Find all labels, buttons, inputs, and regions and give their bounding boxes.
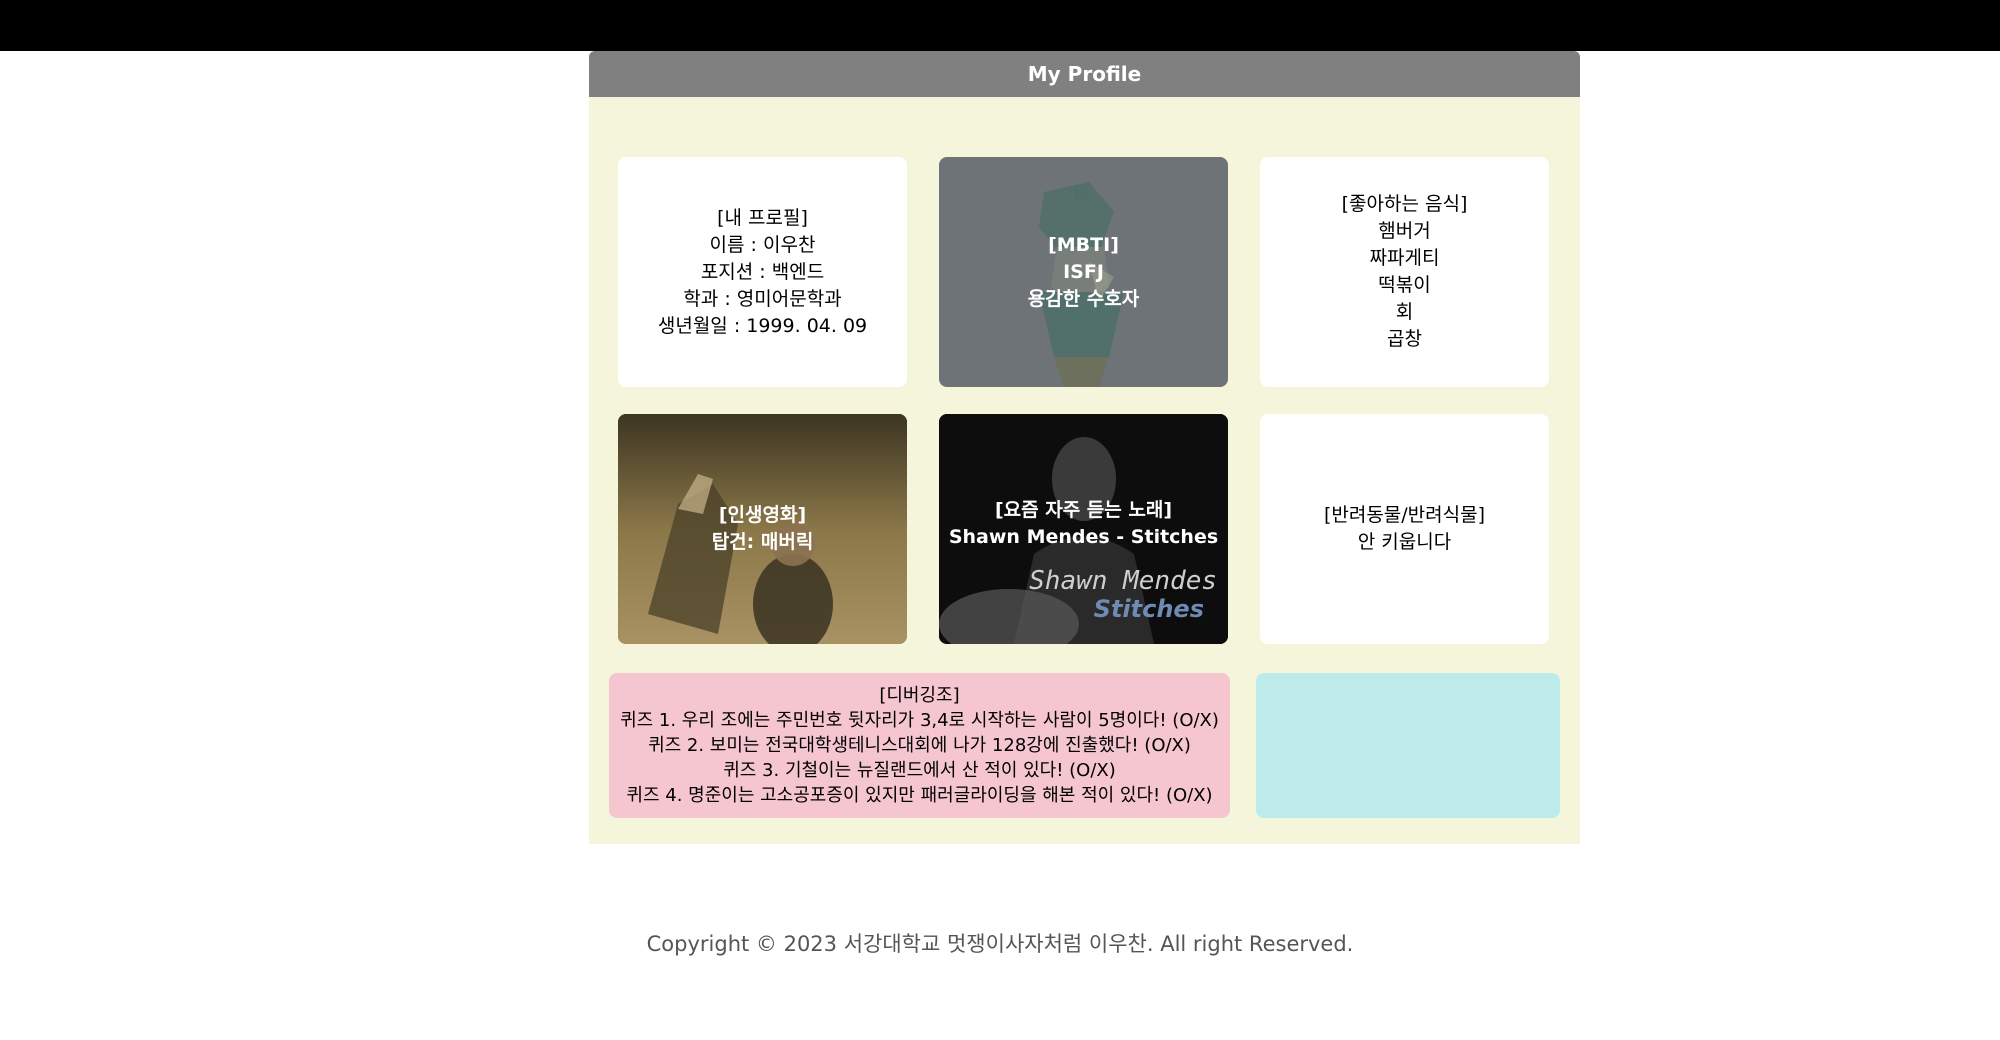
album-art-title: Stitches [1094,595,1204,623]
content-panel: [내 프로필] 이름 : 이우찬 포지션 : 백엔드 학과 : 영미어문학과 생… [589,97,1580,844]
empty-box [1256,673,1560,818]
quiz-text: [디버깅조] 퀴즈 1. 우리 조에는 주민번호 뒷자리가 3,4로 시작하는 … [620,685,1219,806]
favorite-food-card: [좋아하는 음식] 햄버거 짜파게티 떡볶이 회 곱창 [1260,157,1549,387]
mbti-card: [MBTI] ISFJ 용감한 수호자 [939,157,1228,387]
song-card: Shawn Mendes Stitches [요즘 자주 듣는 노래] Shaw… [939,414,1228,644]
mbti-card-text: [MBTI] ISFJ 용감한 수호자 [1027,233,1140,310]
profile-card-text: [내 프로필] 이름 : 이우찬 포지션 : 백엔드 학과 : 영미어문학과 생… [657,206,868,337]
pet-card-text: [반려동물/반려식물] 안 키웁니다 [1323,504,1486,553]
page-title: My Profile [1027,62,1142,86]
profile-card: [내 프로필] 이름 : 이우찬 포지션 : 백엔드 학과 : 영미어문학과 생… [618,157,907,387]
footer-copyright: Copyright © 2023 서강대학교 멋쟁이사자처럼 이우찬. All … [646,932,1354,956]
page-header: My Profile [589,51,1580,97]
top-bar [0,0,2000,51]
album-art-artist: Shawn Mendes [1029,566,1217,596]
movie-card-text: [인생영화] 탑건: 매버릭 [711,504,814,553]
song-card-text: [요즘 자주 듣는 노래] Shawn Mendes - Stitches [948,499,1219,548]
pet-card: [반려동물/반려식물] 안 키웁니다 [1260,414,1549,644]
movie-card: [인생영화] 탑건: 매버릭 [618,414,907,644]
favorite-food-text: [좋아하는 음식] 햄버거 짜파게티 떡볶이 회 곱창 [1341,193,1468,350]
quiz-box: [디버깅조] 퀴즈 1. 우리 조에는 주민번호 뒷자리가 3,4로 시작하는 … [609,673,1230,818]
